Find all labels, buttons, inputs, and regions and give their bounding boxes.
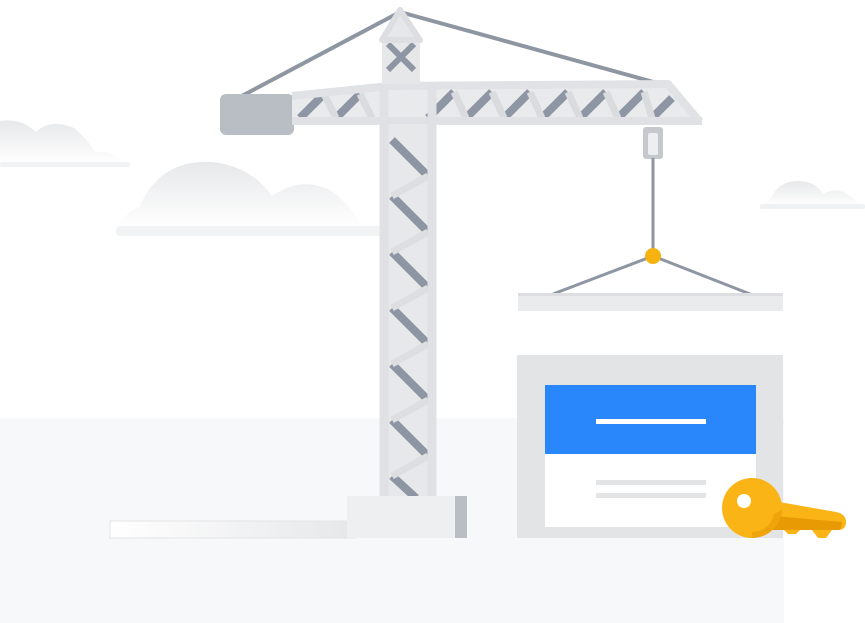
cloud-icon [760, 180, 865, 209]
crane-base [347, 496, 467, 538]
cloud-icon [116, 161, 386, 236]
crane-jib [291, 80, 704, 125]
cloud-icon [0, 120, 130, 167]
ground-slab [110, 521, 355, 538]
crane-hook [552, 127, 751, 296]
counterweight [220, 94, 294, 135]
under-construction-illustration [0, 7, 865, 623]
